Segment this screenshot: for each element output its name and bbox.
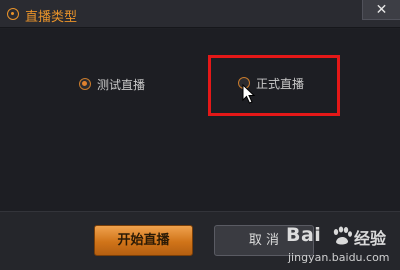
- title-bar: 直播类型 ✕: [0, 0, 400, 28]
- live-type-dialog: 直播类型 ✕ 测试直播 正式直播 开始直播 取 消 Bai 经验 jingyan…: [0, 0, 400, 270]
- highlight-annotation-box: [208, 55, 340, 116]
- test-live-radio[interactable]: [79, 78, 91, 90]
- test-live-label[interactable]: 测试直播: [97, 76, 145, 93]
- dialog-footer: [0, 211, 400, 270]
- target-icon: [7, 8, 19, 20]
- close-button[interactable]: ✕: [362, 0, 400, 20]
- cancel-button[interactable]: 取 消: [214, 225, 314, 256]
- dialog-content: [0, 29, 400, 211]
- start-live-button[interactable]: 开始直播: [94, 225, 193, 256]
- dialog-title: 直播类型: [25, 10, 78, 25]
- mouse-cursor-icon: [242, 84, 256, 104]
